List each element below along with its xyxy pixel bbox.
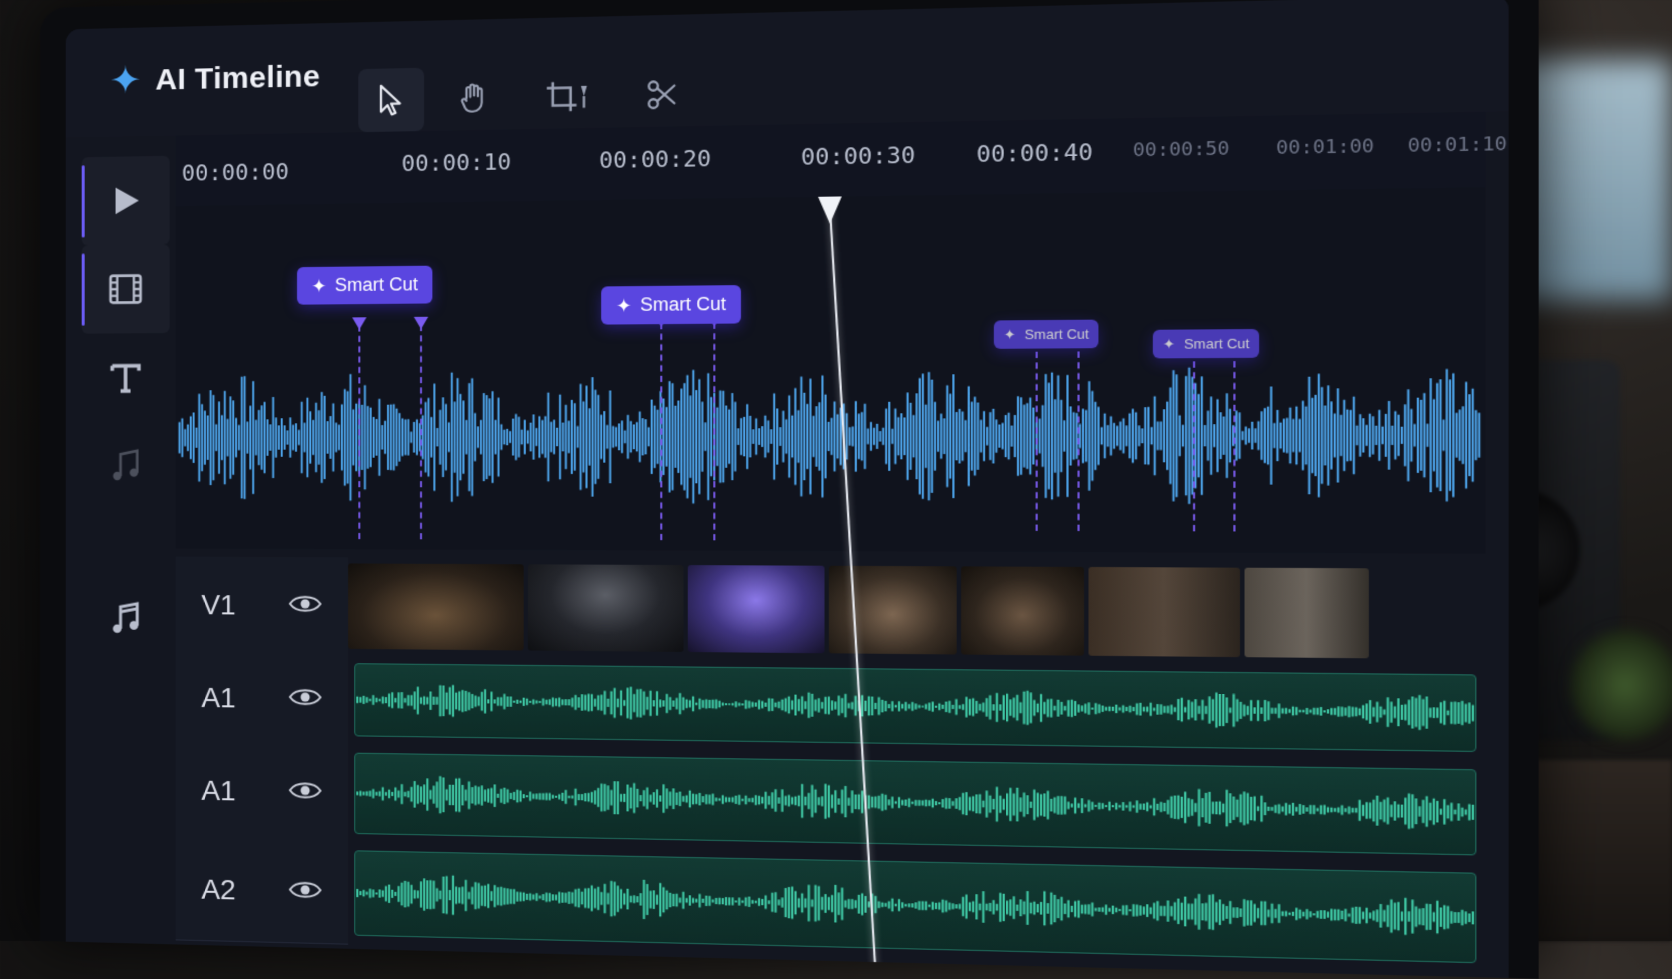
audio-clip[interactable] — [354, 752, 1477, 856]
track-header: A2 — [175, 838, 349, 945]
text-icon — [106, 357, 146, 397]
rail-audio-button[interactable] — [82, 422, 170, 511]
video-thumbnail[interactable] — [828, 565, 957, 655]
hand-tool-button[interactable] — [441, 66, 507, 131]
smart-cut-marker[interactable]: ✦ Smart Cut — [1152, 329, 1260, 359]
music-icon — [112, 598, 146, 638]
audio-track-body[interactable] — [348, 842, 1486, 972]
track-name: A1 — [201, 774, 236, 807]
marker-line — [713, 322, 716, 541]
smart-cut-marker[interactable]: ✦ Smart Cut — [993, 319, 1099, 349]
rail-text-button[interactable] — [82, 333, 170, 422]
audio-waveform-path — [357, 775, 1473, 832]
visibility-toggle[interactable] — [287, 592, 322, 620]
video-clips — [348, 563, 1486, 659]
track-header: A1 — [175, 741, 349, 844]
smart-cut-label: Smart Cut — [1024, 326, 1089, 343]
audio-track-body[interactable] — [348, 655, 1486, 761]
timecode-label: 00:00:20 — [599, 146, 712, 175]
scissors-icon — [644, 77, 680, 113]
marker-line — [1192, 361, 1196, 532]
crop-icon — [542, 79, 592, 115]
left-rail — [81, 155, 170, 944]
marker-line — [419, 324, 423, 540]
video-thumbnail[interactable] — [527, 564, 684, 652]
eye-icon — [287, 878, 322, 901]
music-note-icon — [113, 446, 146, 486]
timecode-label: 00:00:10 — [401, 149, 512, 178]
video-thumbnail[interactable] — [961, 566, 1085, 656]
marker-line — [1233, 361, 1236, 532]
track-name: A1 — [201, 681, 236, 714]
marker-line — [1077, 351, 1080, 532]
crop-tool-button[interactable] — [524, 64, 612, 130]
track-name: A2 — [201, 873, 236, 906]
film-icon — [106, 269, 146, 310]
audio-clip[interactable] — [354, 850, 1477, 964]
video-thumbnail[interactable] — [348, 563, 524, 651]
sparkle-icon: ✦ — [1162, 335, 1176, 352]
toolbar — [358, 62, 697, 133]
video-track-body[interactable] — [348, 557, 1486, 666]
video-thumbnail[interactable] — [687, 565, 825, 654]
audio-waveform-path — [357, 873, 1473, 938]
timecode-label: 00:00:40 — [976, 139, 1093, 169]
timecode-label: 00:01:00 — [1276, 135, 1375, 160]
smart-cut-label: Smart Cut — [334, 273, 419, 296]
rail-music-button[interactable] — [82, 574, 170, 663]
audio-waveform — [355, 664, 1475, 751]
marker-line — [358, 325, 361, 540]
track-header: A1 — [175, 653, 349, 746]
timecode-label: 00:00:30 — [800, 143, 916, 172]
sparkle-icon: ✦ — [1003, 326, 1016, 343]
audio-waveform-path — [357, 683, 1473, 731]
rail-media-button[interactable] — [81, 244, 170, 334]
sparkle-icon: ✦ — [311, 275, 327, 296]
cut-tool-button[interactable] — [629, 62, 697, 127]
timecode-label: 00:01:10 — [1407, 132, 1508, 158]
marker-line — [1035, 351, 1038, 531]
smart-cut-marker[interactable]: ✦ Smart Cut — [601, 285, 742, 325]
smart-cut-marker[interactable]: ✦ Smart Cut — [297, 265, 433, 305]
playhead-handle[interactable] — [818, 196, 842, 224]
app-title: AI Timeline — [155, 59, 321, 97]
background-plant — [1570, 630, 1672, 740]
video-thumbnail[interactable] — [1244, 567, 1369, 659]
track-v1: V1 — [175, 556, 1486, 666]
audio-clip[interactable] — [354, 663, 1477, 752]
visibility-toggle[interactable] — [287, 779, 322, 807]
smart-cut-label: Smart Cut — [1183, 335, 1250, 352]
sparkle-icon: ✦ — [109, 59, 142, 103]
eye-icon — [287, 685, 322, 708]
rail-play-button[interactable] — [81, 155, 170, 246]
select-tool-button[interactable] — [358, 67, 425, 133]
monitor: ✦ AI Timeline 00:00:00 00:00:10 00:00:20… — [40, 0, 1539, 979]
cursor-icon — [374, 82, 409, 117]
video-thumbnail[interactable] — [1088, 566, 1241, 658]
eye-icon — [287, 592, 322, 615]
play-icon — [115, 186, 139, 214]
hand-icon — [456, 81, 491, 116]
visibility-toggle[interactable] — [287, 878, 322, 906]
waveform-path — [179, 366, 1479, 505]
track-name: V1 — [201, 588, 236, 621]
brand: ✦ AI Timeline — [109, 58, 321, 103]
sparkle-icon: ✦ — [615, 294, 632, 316]
marker-line — [660, 323, 663, 541]
track-header: V1 — [175, 556, 349, 656]
smart-cut-label: Smart Cut — [640, 293, 727, 315]
visibility-toggle[interactable] — [287, 685, 322, 713]
app-window: ✦ AI Timeline 00:00:00 00:00:10 00:00:20… — [65, 0, 1509, 979]
timecode-label: 00:00:00 — [181, 159, 289, 187]
eye-icon — [287, 779, 322, 802]
audio-waveform — [355, 754, 1475, 855]
timecode-label: 00:00:50 — [1132, 137, 1230, 162]
audio-waveform — [355, 851, 1475, 962]
track-list: V1 A1 A1 A2 — [175, 556, 1486, 978]
